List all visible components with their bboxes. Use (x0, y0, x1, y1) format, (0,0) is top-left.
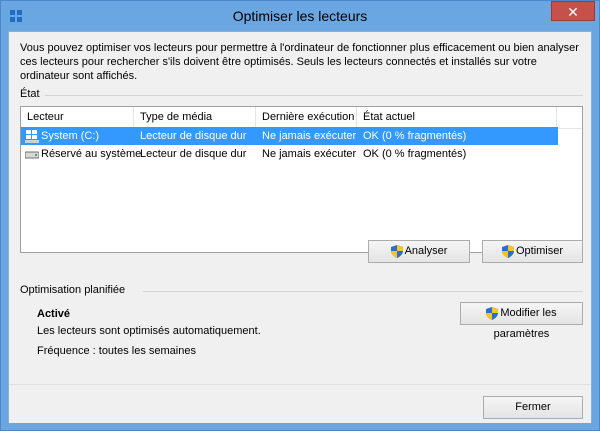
drive-name: Réservé au système (41, 148, 142, 160)
optimize-button[interactable]: Optimiser (482, 240, 583, 263)
analyze-button[interactable]: Analyser (368, 240, 470, 263)
analyze-label: Analyser (404, 245, 448, 257)
drive-state: OK (0 % fragmentés) (363, 148, 467, 160)
client-area: Vous pouvez optimiser vos lecteurs pour … (8, 31, 592, 423)
schedule-description: Les lecteurs sont optimisés automatiquem… (37, 325, 261, 337)
drive-media-type: Lecteur de disque dur (140, 148, 247, 160)
schedule-status: Activé (37, 308, 71, 320)
drive-name: System (C:) (41, 130, 100, 142)
windows-drive-icon (25, 130, 39, 143)
drive-state: OK (0 % fragmentés) (363, 130, 467, 142)
hard-drive-icon (25, 151, 39, 159)
uac-shield-icon (486, 306, 499, 320)
change-settings-button[interactable]: Modifier les paramètres (460, 302, 583, 340)
uac-shield-icon (390, 244, 403, 258)
column-header-drive[interactable]: Lecteur (21, 107, 134, 128)
drive-last-run: Ne jamais exécuter (262, 130, 357, 142)
drive-row-system-c[interactable]: System (C:) Lecteur de disque dur Ne jam… (21, 127, 558, 145)
window-title: Optimiser les lecteurs (232, 8, 368, 24)
schedule-frequency: Fréquence : toutes les semaines (37, 345, 196, 357)
column-header-last-run[interactable]: Dernière exécution (256, 107, 357, 128)
optimize-drives-window: Optimiser les lecteurs ✕ Vous pouvez opt… (0, 0, 600, 431)
drive-row-system-reserved[interactable]: Réservé au système Lecteur de disque dur… (21, 145, 558, 163)
status-section-divider (45, 95, 583, 96)
dialog-footer: Fermer (9, 384, 591, 423)
intro-text: Vous pouvez optimiser vos lecteurs pour … (20, 42, 579, 82)
drives-list[interactable]: Lecteur Type de média Dernière exécution… (20, 106, 583, 253)
change-settings-label: Modifier les paramètres (493, 307, 557, 340)
scheduled-section-label: Optimisation planifiée (20, 284, 126, 296)
drives-list-header: Lecteur Type de média Dernière exécution… (21, 107, 582, 129)
close-window-button[interactable]: ✕ (551, 1, 595, 21)
drive-media-type: Lecteur de disque dur (140, 130, 247, 142)
uac-shield-icon (501, 244, 514, 258)
column-header-current-state[interactable]: État actuel (357, 107, 557, 128)
status-section-label: État (20, 88, 40, 100)
optimize-label: Optimiser (515, 245, 564, 257)
scheduled-section-divider (143, 291, 583, 292)
close-button[interactable]: Fermer (483, 396, 583, 419)
title-bar[interactable]: Optimiser les lecteurs ✕ (1, 1, 599, 31)
column-header-media-type[interactable]: Type de média (134, 107, 256, 128)
drive-last-run: Ne jamais exécuter (262, 148, 357, 160)
